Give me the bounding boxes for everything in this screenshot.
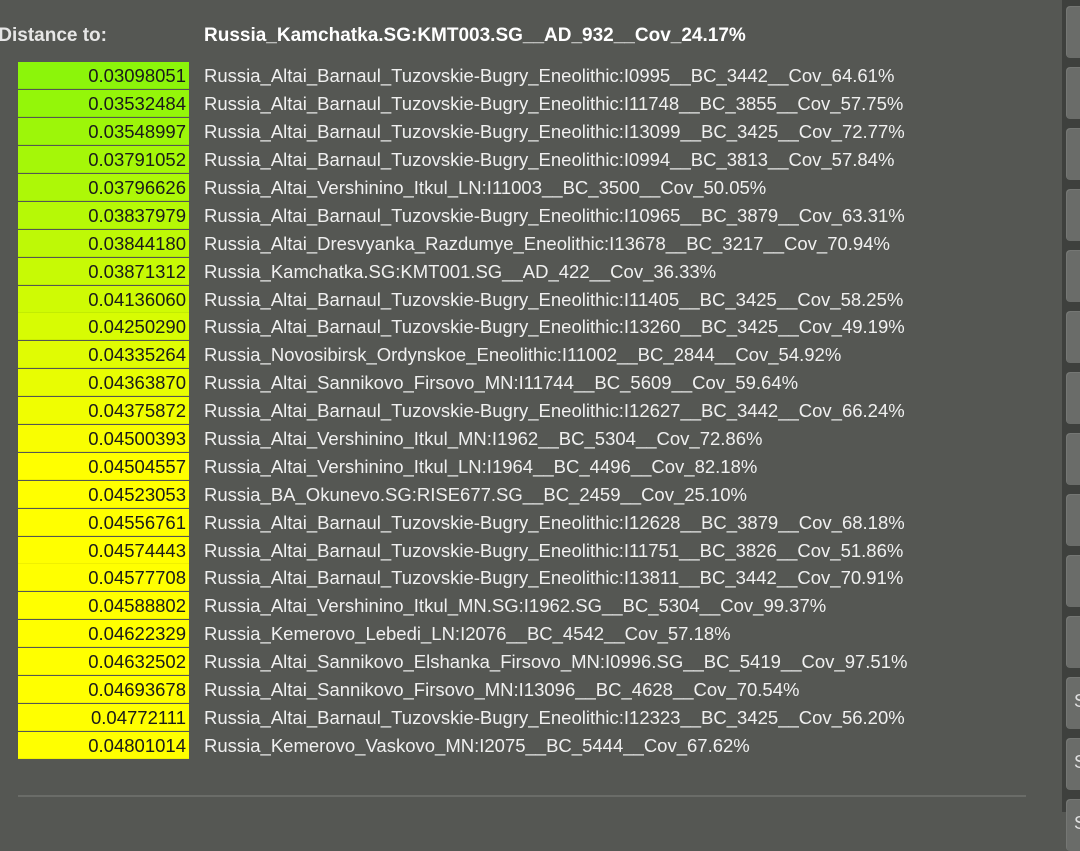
table-row: 0.04801014 Russia_Kemerovo_Vaskovo_MN:I20… <box>18 731 1018 759</box>
distance-value-cell: 0.04523053 <box>18 480 189 508</box>
sidebar-tab-label: S <box>1074 691 1080 712</box>
table-row: 0.03844180 Russia_Altai_Dresvyanka_Razdum… <box>18 229 1018 257</box>
sample-name-cell: Russia_Kamchatka.SG:KMT001.SG__AD_422__C… <box>204 260 717 282</box>
sample-name-cell: Russia_Altai_Barnaul_Tuzovskie-Bugry_Ene… <box>204 511 905 533</box>
sample-name-cell: Russia_Altai_Vershinino_Itkul_MN:I1962__… <box>204 428 763 450</box>
distance-value-cell: 0.04335264 <box>18 341 189 369</box>
table-row: 0.04574443 Russia_Altai_Barnaul_Tuzovskie… <box>18 536 1018 564</box>
sidebar-tab-label: S <box>1074 813 1080 834</box>
sample-name-cell: Russia_Altai_Vershinino_Itkul_MN.SG:I196… <box>204 595 827 617</box>
sample-name-cell: Russia_Altai_Barnaul_Tuzovskie-Bugry_Ene… <box>204 121 905 143</box>
distance-value-cell: 0.03098051 <box>18 62 189 90</box>
table-row: 0.04588802 Russia_Altai_Vershinino_Itkul_… <box>18 592 1018 620</box>
sidebar-tab-button[interactable] <box>1066 67 1080 119</box>
table-row: 0.04622329 Russia_Kemerovo_Lebedi_LN:I207… <box>18 620 1018 648</box>
distance-value-cell: 0.04574443 <box>18 536 189 564</box>
table-row: 0.04250290 Russia_Altai_Barnaul_Tuzovskie… <box>18 313 1018 341</box>
sidebar-tab-button[interactable] <box>1066 555 1080 607</box>
distance-value-cell: 0.03548997 <box>18 118 189 146</box>
sample-name-cell: Russia_Altai_Vershinino_Itkul_LN:I1964__… <box>204 455 758 477</box>
sample-name-cell: Russia_Kemerovo_Lebedi_LN:I2076__BC_4542… <box>204 623 731 645</box>
header-row: Distance to: Russia_Kamchatka.SG:KMT003.… <box>0 22 1000 50</box>
distance-value-cell: 0.04632502 <box>18 648 189 676</box>
distance-value-cell: 0.04622329 <box>18 620 189 648</box>
sample-name-cell: Russia_Altai_Sannikovo_Firsovo_MN:I11744… <box>204 372 799 394</box>
sidebar-tab-button[interactable] <box>1066 128 1080 180</box>
sidebar-tab-button[interactable] <box>1066 250 1080 302</box>
sidebar-tab-button[interactable] <box>1066 311 1080 363</box>
table-row: 0.04523053 Russia_BA_Okunevo.SG:RISE677.S… <box>18 480 1018 508</box>
table-row: 0.03532484 Russia_Altai_Barnaul_Tuzovskie… <box>18 90 1018 118</box>
sample-name-cell: Russia_Altai_Barnaul_Tuzovskie-Bugry_Ene… <box>204 539 904 561</box>
sidebar-tab-button[interactable] <box>1066 372 1080 424</box>
distance-value-cell: 0.04693678 <box>18 676 189 704</box>
sample-name-cell: Russia_Altai_Sannikovo_Elshanka_Firsovo_… <box>204 651 908 673</box>
sample-name-cell: Russia_Altai_Barnaul_Tuzovskie-Bugry_Ene… <box>204 706 905 728</box>
sidebar-tab-button[interactable]: S <box>1066 799 1080 851</box>
table-row: 0.04577708 Russia_Altai_Barnaul_Tuzovskie… <box>18 564 1018 592</box>
distance-to-label: Distance to: <box>0 25 107 46</box>
distance-value-cell: 0.04577708 <box>18 564 189 592</box>
distance-value-cell: 0.04375872 <box>18 397 189 425</box>
sample-name-cell: Russia_Altai_Barnaul_Tuzovskie-Bugry_Ene… <box>204 288 904 310</box>
sample-name-cell: Russia_Altai_Barnaul_Tuzovskie-Bugry_Ene… <box>204 204 905 226</box>
table-row: 0.04375872 Russia_Altai_Barnaul_Tuzovskie… <box>18 397 1018 425</box>
table-row: 0.04335264 Russia_Novosibirsk_Ordynskoe_E… <box>18 341 1018 369</box>
table-row: 0.04504557 Russia_Altai_Vershinino_Itkul_… <box>18 452 1018 480</box>
distance-value-cell: 0.03796626 <box>18 174 189 201</box>
sample-name-cell: Russia_Altai_Sannikovo_Firsovo_MN:I13096… <box>204 679 800 701</box>
table-row: 0.04136060 Russia_Altai_Barnaul_Tuzovskie… <box>18 285 1018 313</box>
table-row: 0.03837979 Russia_Altai_Barnaul_Tuzovskie… <box>18 201 1018 229</box>
sample-name-cell: Russia_Altai_Barnaul_Tuzovskie-Bugry_Ene… <box>204 400 905 422</box>
table-row: 0.03098051 Russia_Altai_Barnaul_Tuzovskie… <box>18 62 1018 90</box>
sample-name-cell: Russia_Altai_Barnaul_Tuzovskie-Bugry_Ene… <box>204 93 904 115</box>
distance-value-cell: 0.03844180 <box>18 229 189 257</box>
distance-value-cell: 0.03532484 <box>18 90 189 118</box>
sidebar-tab-button[interactable] <box>1066 494 1080 546</box>
sample-name-cell: Russia_Altai_Barnaul_Tuzovskie-Bugry_Ene… <box>204 65 895 87</box>
distance-results-table: 0.03098051 Russia_Altai_Barnaul_Tuzovskie… <box>18 62 1018 759</box>
distance-value-cell: 0.04556761 <box>18 508 189 536</box>
table-row: 0.04363870 Russia_Altai_Sannikovo_Firsovo… <box>18 369 1018 397</box>
distance-value-cell: 0.04801014 <box>18 731 189 759</box>
sidebar-tab-button[interactable] <box>1066 433 1080 485</box>
sidebar-tab-button[interactable] <box>1066 6 1080 58</box>
distance-value-cell: 0.04500393 <box>18 425 189 453</box>
distance-value-cell: 0.03791052 <box>18 146 189 174</box>
table-row: 0.04632502 Russia_Altai_Sannikovo_Elshank… <box>18 648 1018 676</box>
table-row: 0.03871312 Russia_Kamchatka.SG:KMT001.SG_… <box>18 257 1018 285</box>
table-row: 0.04500393 Russia_Altai_Vershinino_Itkul_… <box>18 425 1018 453</box>
distance-value-cell: 0.04504557 <box>18 452 189 480</box>
sample-name-cell: Russia_Altai_Dresvyanka_Razdumye_Eneolit… <box>204 232 890 254</box>
distance-value-cell: 0.04772111 <box>18 703 189 731</box>
sample-name-cell: Russia_Novosibirsk_Ordynskoe_Eneolithic:… <box>204 344 842 366</box>
sidebar-tab-button[interactable] <box>1066 189 1080 241</box>
distance-value-cell: 0.04136060 <box>18 285 189 313</box>
sample-name-cell: Russia_Altai_Vershinino_Itkul_LN:I11003_… <box>204 177 767 198</box>
sample-name-cell: Russia_Altai_Barnaul_Tuzovskie-Bugry_Ene… <box>204 316 905 338</box>
sample-name-cell: Russia_Altai_Barnaul_Tuzovskie-Bugry_Ene… <box>204 149 895 171</box>
distance-value-cell: 0.03871312 <box>18 257 189 285</box>
sidebar-tab-button[interactable] <box>1066 616 1080 668</box>
target-sample-name: Russia_Kamchatka.SG:KMT003.SG__AD_932__C… <box>204 25 746 46</box>
sidebar-tab-button[interactable]: S <box>1066 738 1080 790</box>
sidebar-tab-label: S <box>1074 752 1080 773</box>
table-row: 0.04693678 Russia_Altai_Sannikovo_Firsovo… <box>18 676 1018 704</box>
table-row: 0.03796626 Russia_Altai_Vershinino_Itkul_… <box>18 174 1018 202</box>
table-row: 0.04556761 Russia_Altai_Barnaul_Tuzovskie… <box>18 508 1018 536</box>
table-row: 0.03791052 Russia_Altai_Barnaul_Tuzovskie… <box>18 146 1018 174</box>
distance-value-cell: 0.04250290 <box>18 313 189 341</box>
sample-name-cell: Russia_Kemerovo_Vaskovo_MN:I2075__BC_544… <box>204 734 750 756</box>
sample-name-cell: Russia_Altai_Barnaul_Tuzovskie-Bugry_Ene… <box>204 567 904 589</box>
distance-value-cell: 0.04363870 <box>18 369 189 397</box>
sample-name-cell: Russia_BA_Okunevo.SG:RISE677.SG__BC_2459… <box>204 483 748 505</box>
distance-value-cell: 0.04588802 <box>18 592 189 620</box>
distance-value-cell: 0.03837979 <box>18 201 189 229</box>
table-row: 0.04772111 Russia_Altai_Barnaul_Tuzovskie… <box>18 703 1018 731</box>
bottom-divider <box>18 795 1026 797</box>
table-row: 0.03548997 Russia_Altai_Barnaul_Tuzovskie… <box>18 118 1018 146</box>
sidebar-tab-button[interactable]: S <box>1066 677 1080 729</box>
results-panel: Distance to: Russia_Kamchatka.SG:KMT003.… <box>0 0 1062 812</box>
